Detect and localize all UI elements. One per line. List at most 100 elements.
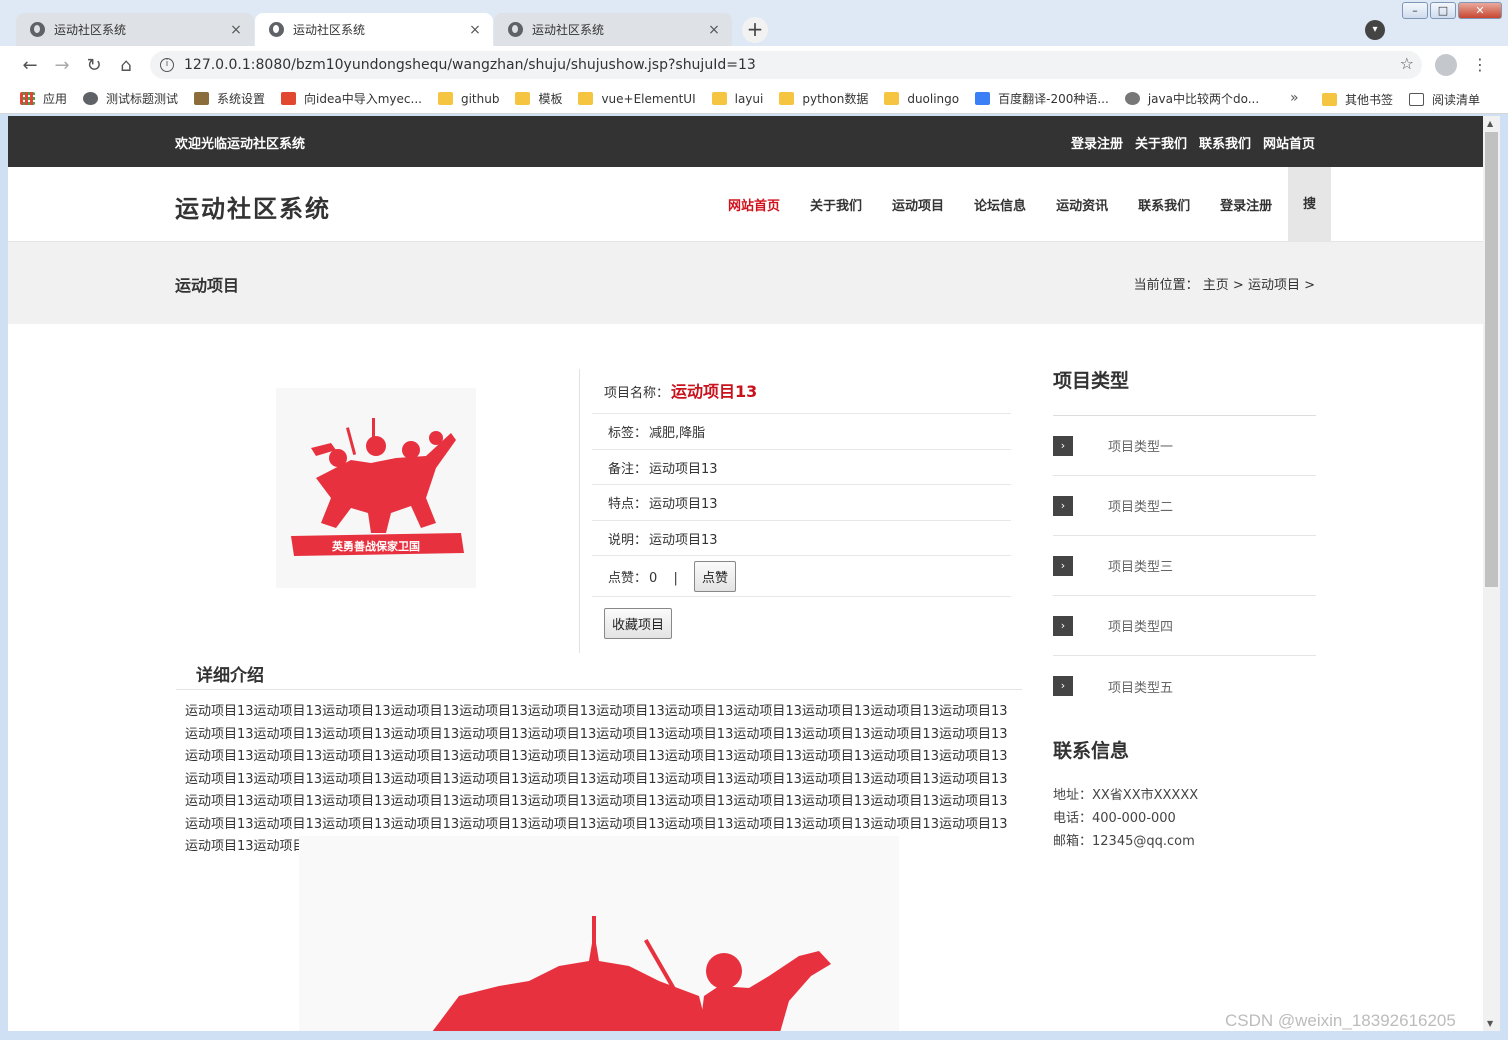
bookmark-item[interactable]: 系统设置	[194, 90, 265, 107]
nav-news[interactable]: 运动资讯	[1056, 195, 1108, 214]
window-close-icon[interactable]: ✕	[1458, 2, 1502, 19]
close-tab-icon[interactable]: ×	[228, 22, 244, 38]
scroll-down-icon[interactable]: ▼	[1487, 1019, 1493, 1028]
category-label: 项目类型四	[1108, 620, 1174, 635]
category-item-4[interactable]: › 项目类型四	[1053, 596, 1316, 656]
name-label: 项目名称：	[604, 386, 670, 401]
tab-search-icon[interactable]: ▾	[1365, 20, 1385, 40]
nav-login[interactable]: 登录注册	[1220, 195, 1272, 214]
close-tab-icon[interactable]: ×	[706, 22, 722, 38]
contact-phone: 电话：400-000-000	[1053, 811, 1176, 826]
remark-value: 运动项目13	[649, 462, 718, 477]
bookmark-folder[interactable]: duolingo	[884, 92, 959, 106]
collect-wrap: 收藏项目	[604, 608, 673, 639]
bookmark-label: vue+ElementUI	[601, 91, 696, 106]
bookmark-label: 模板	[538, 92, 563, 106]
nav-forum[interactable]: 论坛信息	[974, 195, 1026, 214]
feature-value: 运动项目13	[649, 497, 718, 512]
divider	[579, 369, 580, 653]
topbar-link-contact[interactable]: 联系我们	[1199, 133, 1251, 152]
main-nav: 网站首页 关于我们 运动项目 论坛信息 运动资讯 联系我们 登录注册	[728, 167, 1302, 242]
bookmark-item[interactable]: 向idea中导入myec...	[281, 90, 422, 107]
bookmark-item[interactable]: java中比较两个do...	[1124, 90, 1259, 107]
page-viewport: 欢迎光临运动社区系统 登录注册 关于我们 联系我们 网站首页 运动社区系统 网站…	[8, 116, 1483, 1031]
site-header: 运动社区系统 网站首页 关于我们 运动项目 论坛信息 运动资讯 联系我们 登录注…	[8, 167, 1483, 242]
site-topbar: 欢迎光临运动社区系统 登录注册 关于我们 联系我们 网站首页	[8, 116, 1483, 167]
nav-contact[interactable]: 联系我们	[1138, 195, 1190, 214]
collect-button[interactable]: 收藏项目	[604, 608, 673, 639]
nav-sports[interactable]: 运动项目	[892, 195, 944, 214]
watermark: CSDN @weixin_18392616205	[1225, 1011, 1456, 1030]
bookmark-item[interactable]: 百度翻译-200种语...	[975, 90, 1109, 107]
nav-home[interactable]: 网站首页	[728, 195, 780, 214]
category-item-1[interactable]: › 项目类型一	[1053, 416, 1316, 476]
category-item-2[interactable]: › 项目类型二	[1053, 476, 1316, 536]
category-item-5[interactable]: › 项目类型五	[1053, 656, 1316, 716]
bookmark-label: 其他书签	[1345, 93, 1394, 107]
maximize-icon[interactable]: □	[1430, 2, 1456, 19]
forward-icon[interactable]: →	[46, 55, 78, 76]
topbar-links: 登录注册 关于我们 联系我们 网站首页	[1071, 133, 1315, 152]
image-icon	[194, 92, 210, 105]
reading-list-icon	[1409, 93, 1425, 106]
chevron-right-icon: ›	[1053, 676, 1073, 696]
desc-label: 说明：	[608, 533, 648, 548]
site-logo[interactable]: 运动社区系统	[175, 189, 331, 224]
topbar-link-about[interactable]: 关于我们	[1135, 133, 1187, 152]
csdn-icon	[281, 92, 297, 105]
bookmark-star-icon[interactable]: ☆	[1400, 54, 1414, 73]
bookmark-label: duolingo	[907, 91, 960, 106]
detail-title: 详细介绍	[196, 666, 264, 686]
bookmark-label: 测试标题测试	[106, 92, 179, 106]
new-tab-button[interactable]: +	[742, 17, 768, 43]
folder-icon	[711, 92, 727, 105]
folder-icon	[1322, 93, 1337, 106]
close-tab-icon[interactable]: ×	[467, 22, 483, 38]
browser-tab-1[interactable]: 运动社区系统 ×	[16, 13, 254, 46]
other-bookmarks[interactable]: 其他书签	[1322, 91, 1393, 108]
folder-icon	[884, 92, 900, 105]
bookmark-folder[interactable]: layui	[711, 92, 763, 106]
bookmark-label: github	[460, 91, 500, 106]
scrollbar-thumb[interactable]	[1485, 132, 1498, 587]
folder-icon	[779, 92, 795, 105]
browser-toolbar: ← → ↻ ⌂ i 127.0.0.1:8080/bzm10yundongshe…	[0, 46, 1508, 84]
bookmarks-bar: 应用 测试标题测试 系统设置 向idea中导入myec... github 模板…	[0, 84, 1508, 114]
breadcrumb[interactable]: 当前位置： 主页 > 运动项目 >	[1134, 274, 1315, 293]
browser-menu-icon[interactable]: ⋮	[1472, 55, 1488, 74]
scroll-up-icon[interactable]: ▲	[1487, 119, 1493, 128]
bookmark-folder[interactable]: vue+ElementUI	[578, 91, 696, 106]
bookmarks-overflow-icon[interactable]: »	[1290, 90, 1299, 106]
bookmark-folder[interactable]: github	[437, 91, 500, 106]
page-scrollbar[interactable]: ▲ ▼	[1483, 116, 1500, 1031]
bookmark-item[interactable]: 测试标题测试	[83, 90, 178, 107]
welcome-text: 欢迎光临运动社区系统	[175, 137, 306, 152]
home-icon[interactable]: ⌂	[110, 55, 142, 76]
topbar-link-login[interactable]: 登录注册	[1071, 133, 1123, 152]
tab-title: 运动社区系统	[54, 23, 127, 37]
nav-about[interactable]: 关于我们	[810, 195, 862, 214]
bookmark-folder[interactable]: python数据	[779, 90, 868, 107]
bookmark-apps[interactable]: 应用	[20, 90, 67, 107]
address-bar[interactable]: i 127.0.0.1:8080/bzm10yundongshequ/wangz…	[150, 51, 1422, 79]
likes-row: 点赞： 0 | 点赞	[592, 556, 1011, 597]
reading-list[interactable]: 阅读清单	[1409, 91, 1480, 108]
search-button[interactable]: 搜	[1288, 167, 1331, 242]
detail-image	[299, 836, 899, 1031]
like-button[interactable]: 点赞	[693, 561, 736, 592]
browser-tab-2[interactable]: 运动社区系统 ×	[255, 13, 493, 46]
minimize-icon[interactable]: –	[1402, 2, 1428, 19]
folder-icon	[437, 92, 453, 105]
site-info-icon[interactable]: i	[160, 58, 174, 72]
back-icon[interactable]: ←	[14, 55, 46, 76]
detail-divider	[176, 689, 1022, 690]
bookmark-folder[interactable]: 模板	[515, 90, 562, 107]
likes-count: 0	[649, 571, 658, 586]
profile-avatar-icon[interactable]	[1435, 54, 1457, 76]
url-text[interactable]: 127.0.0.1:8080/bzm10yundongshequ/wangzha…	[184, 57, 756, 73]
category-item-3[interactable]: › 项目类型三	[1053, 536, 1316, 596]
browser-tab-3[interactable]: 运动社区系统 ×	[494, 13, 732, 46]
reload-icon[interactable]: ↻	[78, 55, 110, 76]
browser-tab-strip: 运动社区系统 × 运动社区系统 × 运动社区系统 × + ▾ – □ ✕	[0, 0, 1508, 46]
topbar-link-home[interactable]: 网站首页	[1263, 133, 1315, 152]
